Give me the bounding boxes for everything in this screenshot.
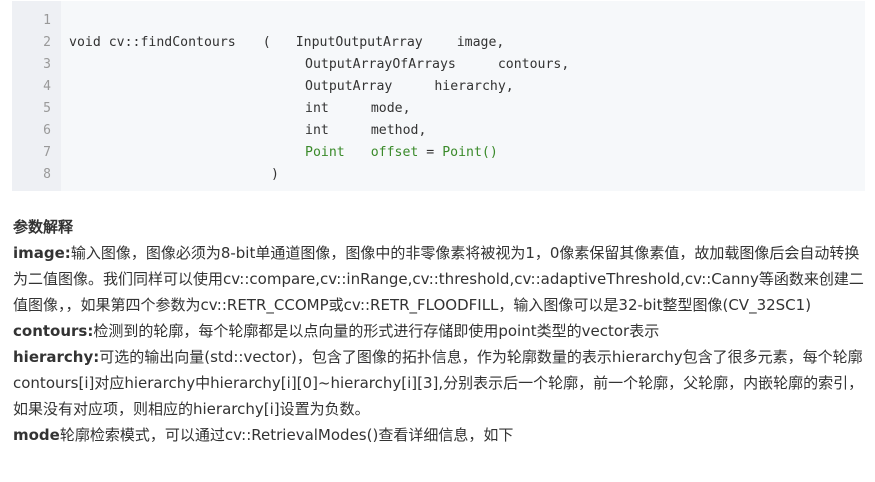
line-number: 4 (43, 79, 51, 94)
equals-sign: = (426, 145, 435, 160)
param-type: InputOutputArray (295, 35, 423, 50)
line-number: 1 (43, 13, 51, 28)
param-image: image:输入图像，图像必须为8-bit单通道图像，图像中的非零像素将被视为1… (13, 240, 868, 318)
param-mode: mode轮廓检索模式，可以通过cv::RetrievalModes()查看详细信… (13, 422, 868, 448)
code-line-7: Point offset = Point() (69, 142, 865, 164)
default-value: Point() (442, 145, 498, 160)
line-number: 7 (43, 145, 51, 160)
param-name: mode, (370, 101, 411, 116)
param-type: OutputArray (305, 79, 393, 94)
line-number: 5 (43, 101, 51, 116)
param-name: method, (370, 123, 427, 138)
param-description: 可选的输出向量(std::vector)，包含了图像的拓扑信息，作为轮廓数量的表… (13, 348, 864, 418)
param-type: int (305, 101, 329, 116)
param-term: image: (13, 244, 71, 262)
code-line-2: void cv::findContours ( InputOutputArray im… (69, 32, 865, 54)
section-heading: 参数解释 (13, 218, 74, 236)
param-description: 检测到的轮廓，每个轮廓都是以点向量的形式进行存储即使用point类型的vecto… (93, 322, 660, 340)
param-term: contours: (13, 322, 94, 340)
param-hierarchy: hierarchy:可选的输出向量(std::vector)，包含了图像的拓扑信… (13, 344, 868, 422)
close-paren: ) (271, 167, 279, 182)
code-line-4: OutputArray hierarchy, (69, 76, 865, 98)
code-line-3: OutputArrayOfArrays contours, (69, 54, 865, 76)
line-number: 3 (43, 57, 51, 72)
code-line-5: int mode, (69, 98, 865, 120)
param-contours: contours:检测到的轮廓，每个轮廓都是以点向量的形式进行存储即使用poin… (13, 318, 868, 344)
param-name: offset (370, 145, 419, 160)
code-line-6: int method, (69, 120, 865, 142)
param-type: OutputArrayOfArrays (305, 57, 456, 72)
line-number: 8 (43, 167, 51, 182)
line-number: 6 (43, 123, 51, 138)
param-description: 轮廓检索模式，可以通过cv::RetrievalModes()查看详细信息，如下 (59, 426, 514, 444)
code-line-8: ) (69, 164, 865, 186)
param-name: contours, (497, 57, 570, 72)
param-type: int (305, 123, 329, 138)
code-content: void cv::findContours ( InputOutputArray im… (61, 1, 865, 191)
param-name: hierarchy, (434, 79, 514, 94)
line-number-gutter: 1 2 3 4 5 6 7 8 (12, 1, 61, 191)
param-type: Point (305, 145, 345, 160)
line-number: 2 (43, 35, 51, 50)
parameter-explanation: 参数解释 image:输入图像，图像必须为8-bit单通道图像，图像中的非零像素… (13, 214, 868, 448)
param-term: mode (13, 426, 60, 444)
open-paren: ( (262, 35, 271, 50)
param-description: 输入图像，图像必须为8-bit单通道图像，图像中的非零像素将被视为1，0像素保留… (13, 244, 864, 314)
function-signature: void cv::findContours (69, 35, 236, 50)
param-term: hierarchy: (13, 348, 100, 366)
code-block: 1 2 3 4 5 6 7 8 void cv::findContours ( In… (12, 1, 865, 191)
param-name: image, (456, 35, 505, 50)
